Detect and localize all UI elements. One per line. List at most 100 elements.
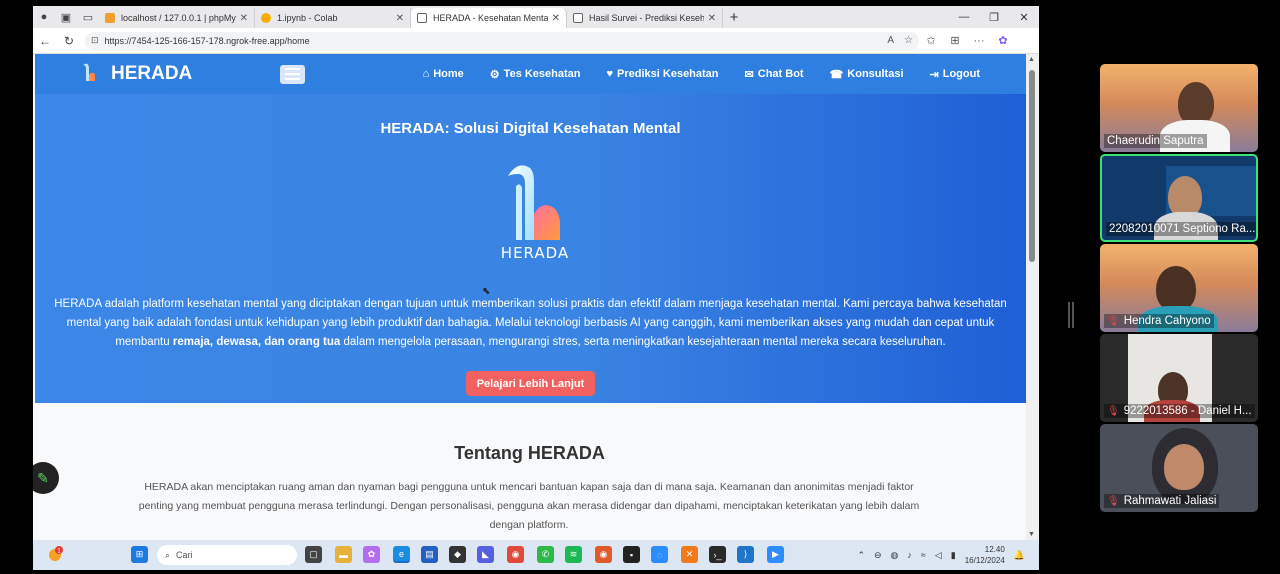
herada-logo-icon: [83, 63, 95, 81]
heart-icon: ♥: [606, 68, 614, 80]
participant-tile[interactable]: 🎙 9222013586 - Daniel H...: [1100, 334, 1258, 422]
menu-label: Tes Kesehatan: [503, 68, 581, 80]
window-controls: — ❐ ✕: [949, 6, 1039, 28]
xampp-icon[interactable]: ✕: [681, 546, 698, 563]
task-view-icon[interactable]: ▢: [305, 546, 322, 563]
favorites-icon[interactable]: ✩: [919, 34, 943, 47]
chevron-up-icon[interactable]: ⌃: [857, 550, 865, 561]
menu-label: Prediksi Kesehatan: [617, 68, 719, 80]
menu-tes-kesehatan[interactable]: ⚙ Tes Kesehatan: [490, 68, 581, 81]
tab-title: 1.ipynb - Colab: [277, 13, 338, 23]
learn-more-button[interactable]: Pelajari Lebih Lanjut: [466, 371, 595, 396]
address-bar: ← ↻ ⊡ https://7454-125-166-157-178.ngrok…: [33, 28, 1039, 54]
battery-icon[interactable]: ▮: [951, 550, 956, 561]
url-field[interactable]: ⊡ https://7454-125-166-157-178.ngrok-fre…: [85, 31, 919, 50]
search-placeholder: Cari: [176, 550, 193, 560]
hero-desc-bold: remaja, dewasa, dan orang tua: [172, 336, 341, 348]
network-icon: ⚙: [489, 68, 500, 81]
chrome-profile-icon[interactable]: ◉: [595, 546, 612, 563]
close-icon[interactable]: ✕: [708, 13, 716, 24]
terminal-icon[interactable]: ›_: [709, 546, 726, 563]
app-icon[interactable]: ◌: [651, 546, 668, 563]
close-icon[interactable]: ✕: [240, 13, 248, 24]
vscode-icon[interactable]: ⟩: [737, 546, 754, 563]
participant-name: 🎙 9222013586 - Daniel H...: [1104, 404, 1255, 418]
new-tab-button[interactable]: +: [723, 9, 745, 26]
app-tray-icon[interactable]: ◍: [891, 550, 899, 561]
home-icon: ⌂: [422, 68, 430, 80]
participant-tile[interactable]: 🎙 Rahmawati Jaliasi: [1100, 424, 1258, 512]
clock-time: 12.40: [984, 545, 1005, 554]
muted-mic-icon: 🎙: [1107, 496, 1120, 507]
tab-actions-icon[interactable]: ▭: [77, 6, 99, 28]
back-icon[interactable]: ←: [33, 34, 57, 48]
minimize-icon[interactable]: —: [949, 6, 979, 28]
panel-resize-handle[interactable]: [1068, 302, 1074, 328]
start-windows-icon[interactable]: ⊞: [131, 546, 148, 563]
store-icon[interactable]: ▤: [421, 546, 438, 563]
notifications-icon[interactable]: 🔔: [1014, 550, 1025, 561]
tab-hasil-survei[interactable]: Hasil Survei - Prediksi Kesehatan ✕: [567, 8, 723, 28]
hero-title: HERADA: Solusi Digital Kesehatan Mental: [380, 120, 681, 137]
participant-tile-active[interactable]: 22082010071 Septiono Ra...: [1100, 154, 1258, 242]
volume-icon[interactable]: ◁: [935, 550, 942, 561]
copilot-app-icon[interactable]: ✿: [363, 546, 380, 563]
widgets-icon[interactable]: 1: [47, 546, 63, 562]
site-info-icon[interactable]: ⊡: [91, 35, 99, 46]
taskbar-search[interactable]: ⌕ Cari: [157, 545, 297, 565]
app-icon[interactable]: ◆: [449, 546, 466, 563]
brand[interactable]: HERADA: [79, 61, 192, 87]
tab-phpmyadmin[interactable]: localhost / 127.0.0.1 | phpMyAdmin ✕: [99, 8, 255, 28]
refresh-icon[interactable]: ↻: [57, 34, 81, 48]
page-favicon-icon: [417, 13, 427, 23]
file-explorer-icon[interactable]: ▬: [335, 546, 352, 563]
close-icon[interactable]: ✕: [552, 13, 560, 24]
menu-label: Chat Bot: [757, 68, 804, 80]
scrollbar-thumb[interactable]: [1029, 70, 1035, 262]
close-window-icon[interactable]: ✕: [1009, 6, 1039, 28]
network-tray-icon[interactable]: ⊖: [874, 550, 882, 561]
zoom-icon[interactable]: ▶: [767, 546, 784, 563]
favorite-star-icon[interactable]: ☆: [904, 35, 913, 46]
menu-home[interactable]: ⌂ Home: [423, 68, 464, 81]
app-icon[interactable]: ▪: [623, 546, 640, 563]
tab-title: localhost / 127.0.0.1 | phpMyAdmin: [121, 13, 236, 23]
close-icon[interactable]: ✕: [396, 13, 404, 24]
microphone-icon[interactable]: ♪: [907, 550, 912, 560]
participant-name: 🎙 Rahmawati Jaliasi: [1104, 494, 1220, 508]
menu-logout[interactable]: ⇥ Logout: [930, 68, 980, 81]
more-menu-icon[interactable]: ···: [967, 35, 991, 47]
page-favicon-icon: [573, 13, 583, 23]
spotify-icon[interactable]: ≋: [565, 546, 582, 563]
tab-colab[interactable]: 1.ipynb - Colab ✕: [255, 8, 411, 28]
tab-herada[interactable]: HERADA - Kesehatan Mental Anda ✕: [411, 8, 567, 28]
edge-browser-icon[interactable]: e: [393, 546, 410, 563]
page-scrollbar[interactable]: ▲ ▼: [1026, 54, 1039, 540]
app-icon[interactable]: ◣: [477, 546, 494, 563]
chrome-icon[interactable]: ◉: [507, 546, 524, 563]
collections-icon[interactable]: ▣: [55, 6, 77, 28]
herada-logo: HERADA: [501, 165, 568, 262]
edit-pen-icon[interactable]: ✎: [33, 462, 59, 494]
menu-prediksi-kesehatan[interactable]: ♥ Prediksi Kesehatan: [607, 68, 719, 81]
maximize-icon[interactable]: ❐: [979, 6, 1009, 28]
brand-name[interactable]: HERADA: [111, 63, 192, 85]
menu-chat-bot[interactable]: ✉ Chat Bot: [745, 68, 804, 81]
main-menu: ⌂ Home ⚙ Tes Kesehatan ♥ Prediksi Kesehatan…: [423, 68, 980, 81]
hamburger-menu-icon[interactable]: [280, 64, 306, 84]
whatsapp-icon[interactable]: ✆: [537, 546, 554, 563]
participant-tile[interactable]: 🎙 Hendra Cahyono: [1100, 244, 1258, 332]
wifi-icon[interactable]: ≈: [921, 550, 926, 560]
taskbar-clock[interactable]: 12.40 16/12/2024: [965, 544, 1005, 566]
menu-konsultasi[interactable]: ☎ Konsultasi: [830, 68, 904, 81]
scroll-up-icon[interactable]: ▲: [1028, 56, 1035, 63]
profile-icon[interactable]: ●: [33, 6, 55, 28]
tab-title: HERADA - Kesehatan Mental Anda: [433, 13, 548, 23]
read-aloud-icon[interactable]: A: [887, 35, 894, 46]
extensions-icon[interactable]: ⊞: [943, 34, 967, 47]
hero-section: HERADA: Solusi Digital Kesehatan Mental …: [35, 94, 1026, 403]
scroll-down-icon[interactable]: ▼: [1028, 531, 1035, 538]
copilot-icon[interactable]: ✿: [991, 34, 1015, 47]
participant-tile[interactable]: Chaerudin Saputra: [1100, 64, 1258, 152]
url-text[interactable]: https://7454-125-166-157-178.ngrok-free.…: [105, 36, 878, 46]
